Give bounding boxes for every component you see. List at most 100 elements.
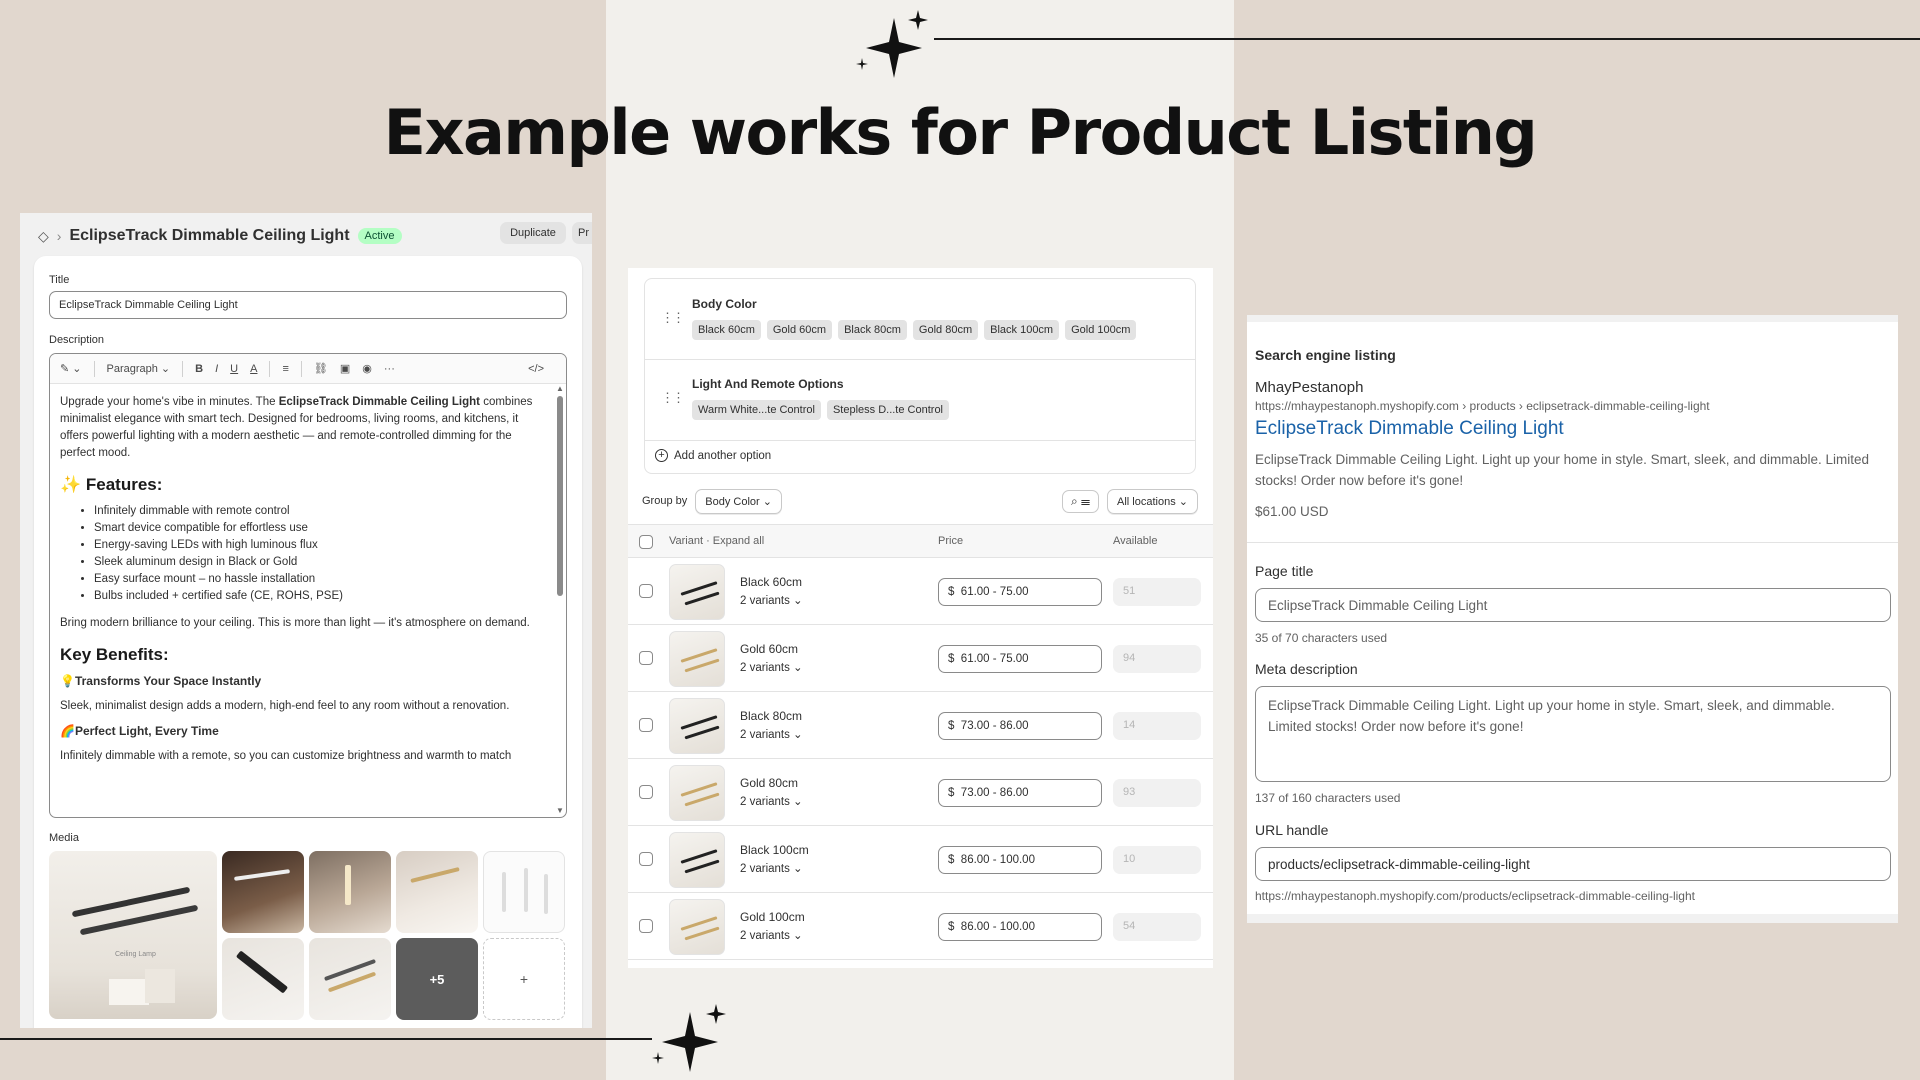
scrollbar-thumb[interactable] bbox=[557, 396, 563, 596]
row-checkbox[interactable] bbox=[639, 584, 653, 598]
scroll-up-icon[interactable]: ▲ bbox=[556, 384, 564, 393]
price-input[interactable]: $ 61.00 - 75.00 bbox=[938, 645, 1102, 673]
currency-symbol: $ bbox=[948, 921, 955, 933]
price-input[interactable]: $ 73.00 - 86.00 bbox=[938, 712, 1102, 740]
available-input: 10 bbox=[1113, 846, 1201, 874]
media-thumbnail[interactable] bbox=[309, 851, 391, 933]
variant-count[interactable]: 2 variants ⌄ bbox=[740, 861, 803, 875]
deco-line-top bbox=[934, 38, 1920, 40]
variant-thumbnail[interactable] bbox=[669, 765, 725, 821]
variant-count-text: 2 variants bbox=[740, 930, 790, 942]
search-filter-button[interactable]: ⌕ ☰ bbox=[1061, 489, 1100, 513]
add-media-button[interactable]: + bbox=[483, 938, 565, 1020]
price-input[interactable]: $ 73.00 - 86.00 bbox=[938, 779, 1102, 807]
underline-button[interactable]: U bbox=[230, 363, 238, 375]
align-button[interactable]: ≡ bbox=[282, 363, 288, 375]
row-checkbox[interactable] bbox=[639, 785, 653, 799]
variant-row[interactable]: Gold 100cm 2 variants ⌄ $ 86.00 - 100.00… bbox=[628, 893, 1213, 960]
sparkle-icon-top bbox=[856, 10, 928, 78]
url-handle-input[interactable]: products/eclipsetrack-dimmable-ceiling-l… bbox=[1255, 847, 1891, 881]
currency-symbol: $ bbox=[948, 653, 955, 665]
drag-handle-icon[interactable]: ⋮⋮ bbox=[661, 310, 685, 326]
toolbar-divider bbox=[269, 360, 271, 377]
lamp-bar bbox=[684, 658, 720, 673]
media-main-image[interactable]: Ceiling Lamp bbox=[49, 851, 217, 1019]
description-editor[interactable]: ✎ ⌄ Paragraph ⌄ B I U A ≡ ⛓ ▣ ◉ ··· </> … bbox=[49, 353, 567, 818]
meta-description-help: 137 of 160 characters used bbox=[1255, 791, 1401, 805]
text-color-button[interactable]: A bbox=[250, 363, 257, 375]
tag-icon[interactable]: ◇ bbox=[38, 228, 49, 245]
variant-row[interactable]: Black 60cm 2 variants ⌄ $ 61.00 - 75.00 … bbox=[628, 558, 1213, 625]
price-input[interactable]: $ 61.00 - 75.00 bbox=[938, 578, 1102, 606]
variant-thumbnail[interactable] bbox=[669, 564, 725, 620]
variant-count[interactable]: 2 variants ⌄ bbox=[740, 794, 803, 808]
variant-thumbnail[interactable] bbox=[669, 698, 725, 754]
features-list: Infinitely dimmable with remote control … bbox=[94, 503, 540, 605]
add-option-button[interactable]: + Add another option bbox=[655, 449, 771, 462]
variant-count[interactable]: 2 variants ⌄ bbox=[740, 593, 803, 607]
video-icon[interactable]: ◉ bbox=[362, 362, 372, 375]
lamp-bar bbox=[684, 591, 720, 606]
drag-handle-icon[interactable]: ⋮⋮ bbox=[661, 390, 685, 406]
media-grid: Ceiling Lamp +5 + bbox=[49, 851, 569, 1021]
price-input[interactable]: $ 86.00 - 100.00 bbox=[938, 913, 1102, 941]
option-value-pill: Stepless D...te Control bbox=[826, 400, 950, 420]
meta-description-input[interactable]: EclipseTrack Dimmable Ceiling Light. Lig… bbox=[1255, 686, 1891, 782]
variant-row[interactable]: Gold 60cm 2 variants ⌄ $ 61.00 - 75.00 9… bbox=[628, 625, 1213, 692]
media-label: Media bbox=[49, 832, 79, 844]
price-value: 86.00 - 100.00 bbox=[960, 854, 1035, 866]
variant-row[interactable]: Gold 80cm 2 variants ⌄ $ 73.00 - 86.00 9… bbox=[628, 759, 1213, 826]
title-input[interactable]: EclipseTrack Dimmable Ceiling Light bbox=[49, 291, 567, 319]
bold-button[interactable]: B bbox=[195, 363, 203, 375]
row-checkbox[interactable] bbox=[639, 919, 653, 933]
variant-row[interactable]: Black 80cm 2 variants ⌄ $ 73.00 - 86.00 … bbox=[628, 692, 1213, 759]
media-caption: Ceiling Lamp bbox=[115, 951, 156, 958]
feature-item: Sleek aluminum design in Black or Gold bbox=[94, 554, 540, 571]
more-tools-button[interactable]: ··· bbox=[384, 363, 395, 375]
format-select-label: Paragraph bbox=[106, 363, 158, 375]
media-thumbnail[interactable] bbox=[222, 938, 304, 1020]
row-checkbox[interactable] bbox=[639, 718, 653, 732]
preview-button[interactable]: Pr bbox=[572, 222, 592, 244]
media-thumbnail[interactable] bbox=[222, 851, 304, 933]
add-option-label: Add another option bbox=[674, 449, 772, 462]
format-select[interactable]: Paragraph ⌄ bbox=[107, 362, 171, 375]
option-value-pill: Gold 80cm bbox=[912, 320, 979, 340]
select-all-checkbox[interactable] bbox=[639, 535, 653, 549]
seo-preview-title[interactable]: EclipseTrack Dimmable Ceiling Light bbox=[1255, 418, 1564, 440]
media-thumbnail[interactable] bbox=[483, 851, 565, 933]
duplicate-button[interactable]: Duplicate bbox=[500, 222, 566, 244]
code-view-button[interactable]: </> bbox=[528, 363, 544, 375]
editor-content[interactable]: Upgrade your home's vibe in minutes. The… bbox=[50, 384, 550, 817]
image-icon[interactable]: ▣ bbox=[340, 362, 350, 375]
media-thumbnail[interactable] bbox=[309, 938, 391, 1020]
more-media-button[interactable]: +5 bbox=[396, 938, 478, 1020]
editor-scrollbar[interactable]: ▲ ▼ bbox=[556, 384, 564, 815]
locations-select[interactable]: All locations ⌄ bbox=[1107, 488, 1198, 514]
media-thumbnail[interactable] bbox=[396, 851, 478, 933]
link-icon[interactable]: ⛓ bbox=[314, 362, 328, 375]
column-variant[interactable]: Variant · Expand all bbox=[669, 535, 764, 547]
italic-button[interactable]: I bbox=[215, 363, 218, 375]
variant-thumbnail[interactable] bbox=[669, 899, 725, 955]
variant-row[interactable]: Black 100cm 2 variants ⌄ $ 86.00 - 100.0… bbox=[628, 826, 1213, 893]
plus-circle-icon: + bbox=[655, 449, 668, 462]
group-by-select[interactable]: Body Color ⌄ bbox=[695, 488, 782, 514]
option-value-pill: Black 80cm bbox=[838, 320, 907, 340]
row-checkbox[interactable] bbox=[639, 852, 653, 866]
variant-thumbnail[interactable] bbox=[669, 631, 725, 687]
variant-thumbnail[interactable] bbox=[669, 832, 725, 888]
divider bbox=[645, 359, 1195, 360]
variant-count[interactable]: 2 variants ⌄ bbox=[740, 727, 803, 741]
variant-count[interactable]: 2 variants ⌄ bbox=[740, 660, 803, 674]
option-value-pill: Gold 100cm bbox=[1065, 320, 1137, 340]
price-value: 73.00 - 86.00 bbox=[960, 720, 1029, 732]
variant-count[interactable]: 2 variants ⌄ bbox=[740, 928, 803, 942]
magic-icon[interactable]: ✎ ⌄ bbox=[60, 362, 82, 375]
variant-name: Gold 80cm bbox=[740, 776, 799, 790]
scroll-down-icon[interactable]: ▼ bbox=[556, 806, 564, 815]
row-checkbox[interactable] bbox=[639, 651, 653, 665]
price-input[interactable]: $ 86.00 - 100.00 bbox=[938, 846, 1102, 874]
page-title-input[interactable]: EclipseTrack Dimmable Ceiling Light bbox=[1255, 588, 1891, 622]
lamp-bar bbox=[233, 869, 291, 881]
